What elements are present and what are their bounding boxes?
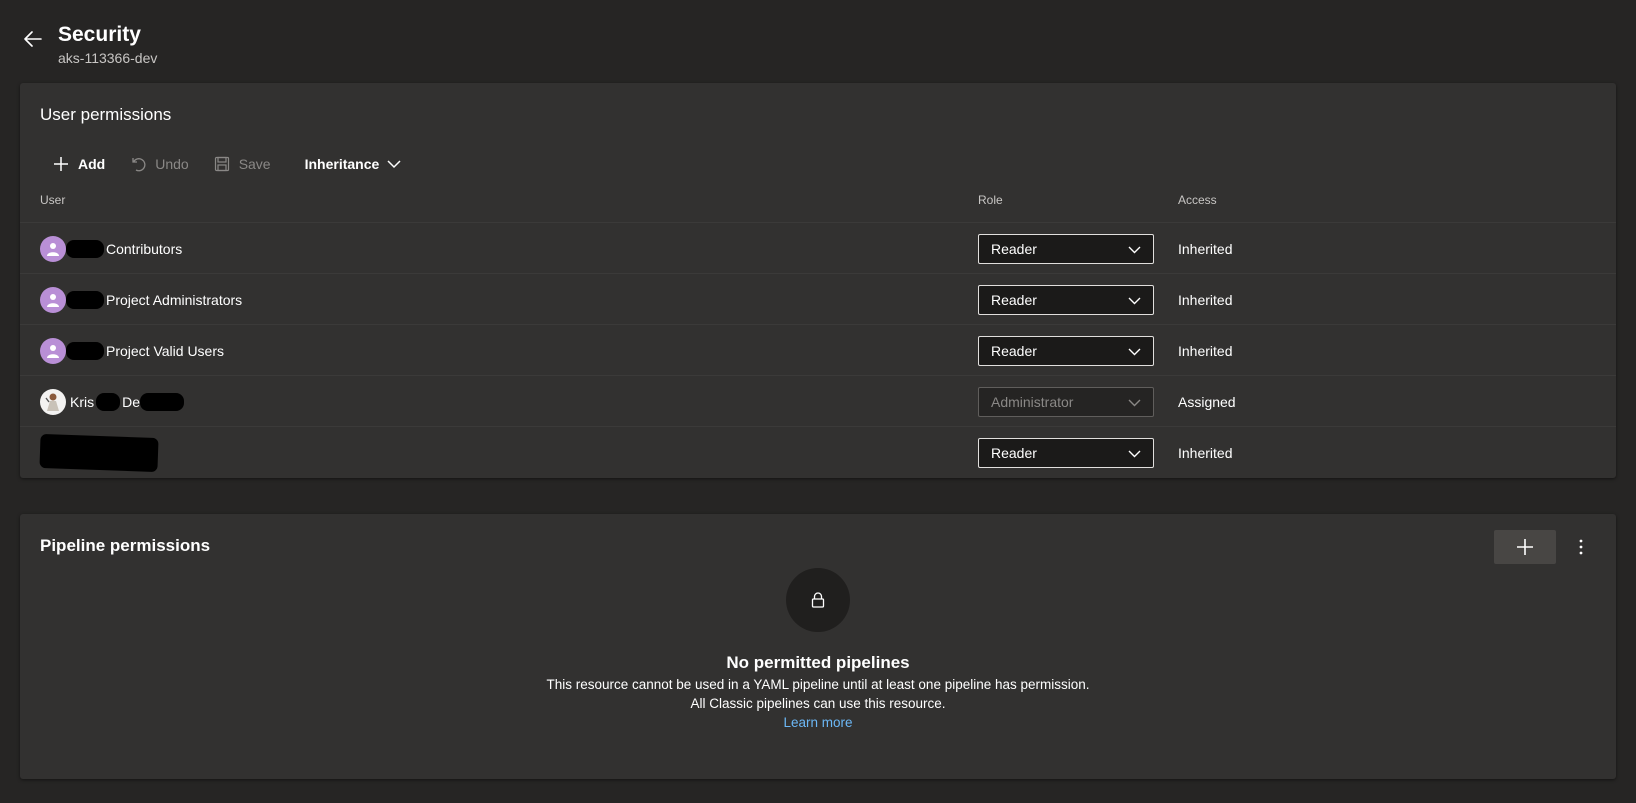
user-cell: Contributors	[40, 223, 182, 274]
page-title: Security	[58, 23, 141, 46]
chevron-down-icon	[1128, 297, 1141, 304]
chevron-down-icon	[1128, 399, 1141, 406]
inheritance-label: Inheritance	[304, 156, 380, 172]
role-dropdown[interactable]: Reader	[978, 336, 1154, 366]
group-icon	[40, 235, 66, 262]
page-subtitle: aks-113366-dev	[58, 50, 158, 66]
column-header-user[interactable]: User	[40, 193, 65, 207]
role-value: Reader	[991, 343, 1037, 359]
back-button[interactable]	[20, 26, 46, 52]
permissions-table: Contributors Reader Inherited Project Ad…	[20, 222, 1616, 477]
role-dropdown[interactable]: Reader	[978, 438, 1154, 468]
access-value: Inherited	[1178, 291, 1233, 308]
user-name-last: De	[122, 393, 141, 410]
column-header-access[interactable]: Access	[1178, 193, 1217, 207]
redacted-text	[66, 239, 104, 258]
chevron-down-icon	[1128, 450, 1141, 457]
empty-state-description: This resource cannot be used in a YAML p…	[546, 677, 1090, 692]
redacted-text	[66, 341, 104, 360]
role-value: Reader	[991, 292, 1037, 308]
lock-illustration	[786, 568, 850, 632]
user-cell	[39, 427, 160, 478]
learn-more-link[interactable]: Learn more	[20, 715, 1616, 730]
save-icon	[213, 155, 231, 173]
user-name: Project Administrators	[106, 291, 243, 308]
lock-icon	[811, 592, 825, 608]
access-value: Inherited	[1178, 444, 1233, 461]
table-row[interactable]: Reader Inherited	[20, 426, 1616, 477]
table-row[interactable]: Contributors Reader Inherited	[20, 222, 1616, 273]
pipeline-permissions-card: Pipeline permissions No permitted pipeli…	[20, 514, 1616, 779]
role-dropdown[interactable]: Administrator	[978, 387, 1154, 417]
undo-label: Undo	[155, 156, 189, 172]
role-value: Reader	[991, 241, 1037, 257]
plus-icon	[1517, 539, 1533, 555]
empty-state-description-2: All Classic pipelines can use this resou…	[690, 696, 946, 711]
more-vertical-icon	[1579, 539, 1583, 555]
inheritance-dropdown[interactable]: Inheritance	[293, 149, 414, 179]
save-label: Save	[238, 156, 271, 172]
chevron-down-icon	[387, 159, 401, 169]
arrow-left-icon	[24, 31, 42, 47]
chevron-down-icon	[1128, 246, 1141, 253]
save-button[interactable]: Save	[201, 149, 283, 179]
user-name-first: Kris	[70, 393, 95, 410]
user-cell: Kris De	[40, 376, 185, 427]
user-permissions-title: User permissions	[40, 105, 172, 124]
user-name: Contributors	[106, 240, 183, 257]
role-value: Reader	[991, 445, 1037, 461]
column-header-role[interactable]: Role	[978, 193, 1003, 207]
redacted-text	[39, 433, 159, 472]
role-dropdown[interactable]: Reader	[978, 234, 1154, 264]
add-button[interactable]: Add	[40, 149, 117, 179]
access-value: Inherited	[1178, 240, 1233, 257]
empty-state-title: No permitted pipelines	[726, 653, 910, 672]
table-row[interactable]: Kris De Administrator Assigned	[20, 375, 1616, 426]
group-icon	[40, 286, 66, 313]
add-label: Add	[78, 156, 106, 172]
user-cell: Project Administrators	[40, 274, 242, 325]
plus-icon	[52, 155, 70, 173]
permissions-toolbar: Add Undo Save Inheritance	[40, 149, 413, 179]
user-cell: Project Valid Users	[40, 325, 224, 376]
page-header: Security aks-113366-dev	[0, 0, 1636, 80]
chevron-down-icon	[1128, 348, 1141, 355]
table-row[interactable]: Project Administrators Reader Inherited	[20, 273, 1616, 324]
user-avatar	[40, 388, 66, 415]
redacted-text	[96, 392, 121, 411]
undo-icon	[129, 155, 147, 173]
redacted-text	[66, 290, 104, 309]
user-name: Project Valid Users	[106, 342, 225, 359]
undo-button[interactable]: Undo	[117, 149, 200, 179]
group-icon	[40, 337, 66, 364]
add-pipeline-button[interactable]	[1494, 530, 1556, 564]
table-row[interactable]: Project Valid Users Reader Inherited	[20, 324, 1616, 375]
access-value: Inherited	[1178, 342, 1233, 359]
pipeline-permissions-title: Pipeline permissions	[40, 536, 211, 555]
redacted-text	[140, 392, 185, 411]
role-value: Administrator	[991, 394, 1074, 410]
access-value: Assigned	[1178, 393, 1236, 410]
more-options-button[interactable]	[1566, 530, 1596, 564]
role-dropdown[interactable]: Reader	[978, 285, 1154, 315]
user-permissions-card: User permissions Add Undo Save Inheritan…	[20, 83, 1616, 478]
